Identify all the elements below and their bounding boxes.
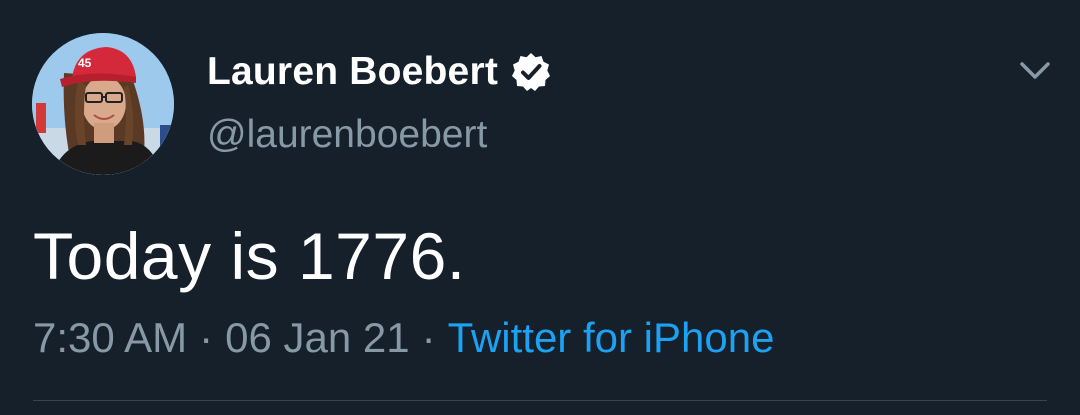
chevron-down-icon[interactable]: [1018, 57, 1052, 85]
meta-separator: ·: [421, 314, 436, 361]
tweet-meta: 7:30 AM · 06 Jan 21 · Twitter for iPhone: [33, 312, 774, 364]
tweet-text: Today is 1776.: [33, 219, 466, 293]
avatar-image: 45: [32, 33, 174, 175]
tweet-source-link[interactable]: Twitter for iPhone: [448, 314, 775, 361]
divider: [33, 400, 1047, 401]
avatar[interactable]: 45: [32, 33, 174, 175]
hat-number: 45: [78, 56, 92, 70]
tweet-date[interactable]: 06 Jan 21: [225, 314, 410, 361]
user-handle[interactable]: @laurenboebert: [207, 113, 487, 157]
name-row: Lauren Boebert: [207, 46, 552, 98]
tweet-card: 45 Lauren Boebert @laurenboebert Today i…: [0, 0, 1080, 415]
meta-separator: ·: [199, 314, 214, 361]
tweet-time[interactable]: 7:30 AM: [33, 314, 187, 361]
verified-badge-icon: [510, 51, 552, 93]
display-name[interactable]: Lauren Boebert: [207, 50, 498, 94]
